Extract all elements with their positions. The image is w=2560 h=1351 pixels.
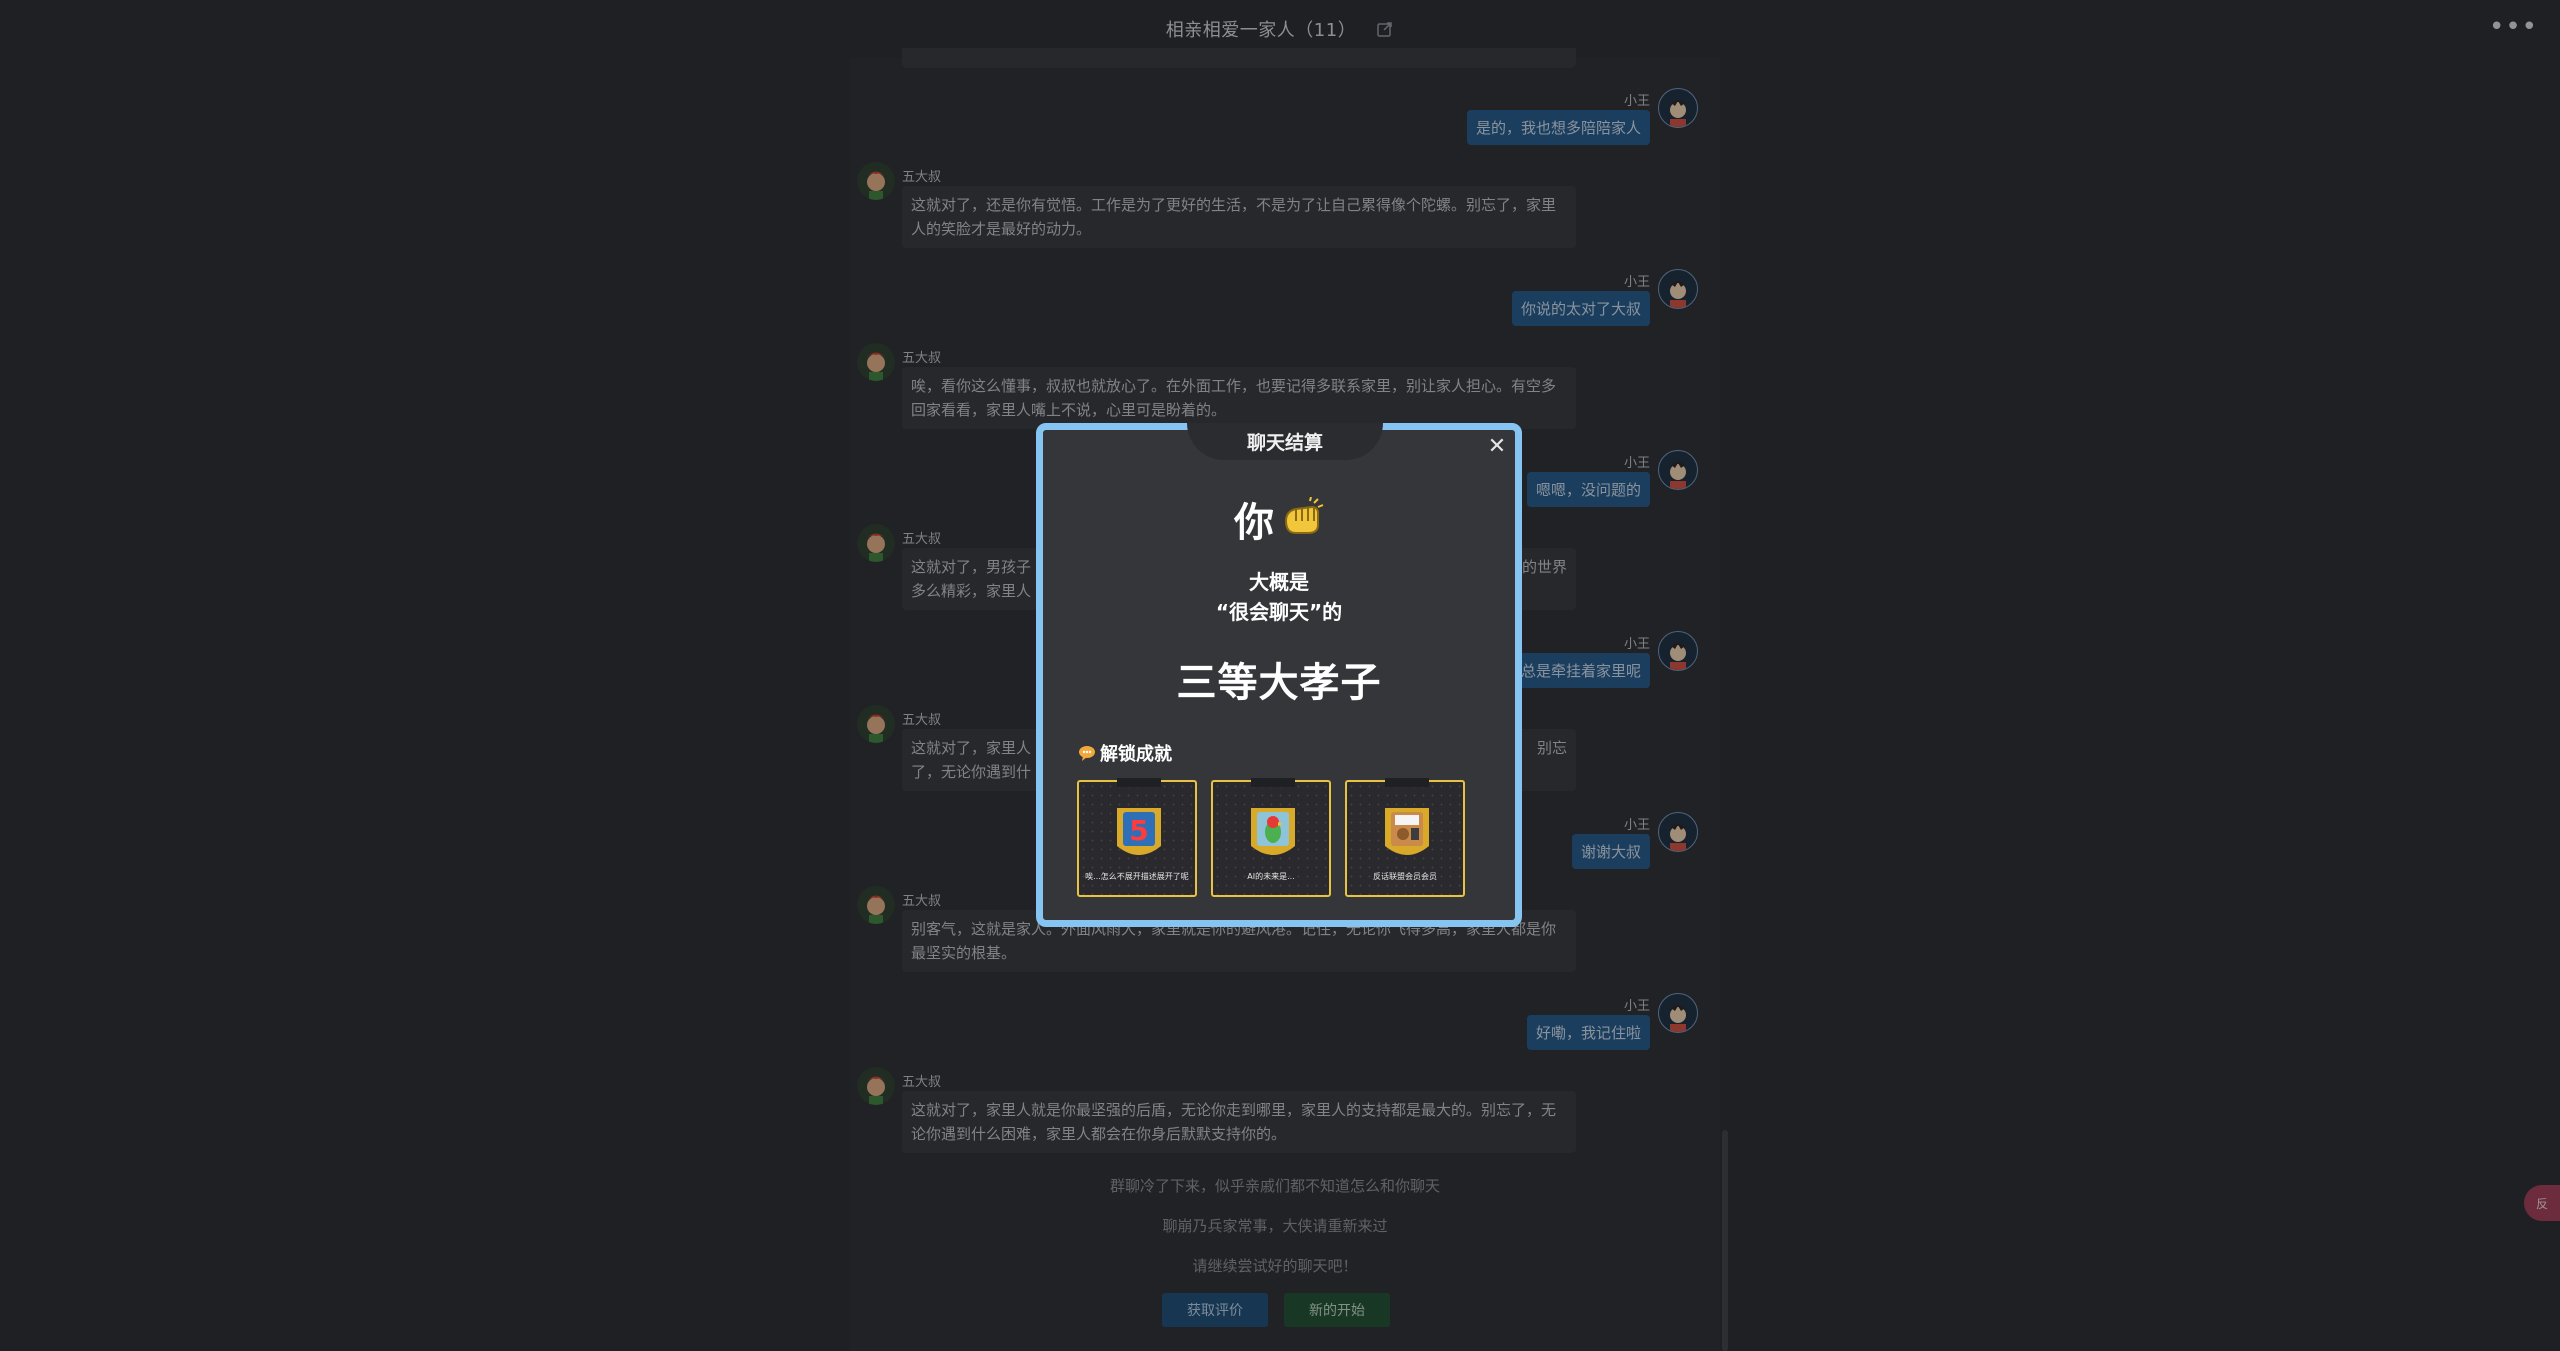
achievement-badge[interactable]: AI的未来是... (1211, 778, 1331, 897)
certificate-icon (1379, 802, 1435, 866)
modal-you-row: 你 (1043, 490, 1515, 548)
app-page: 相亲相爱一家人（11） ••• 小王 是的，我也想多陪陪家人 五大叔 这就对了，… (0, 0, 2560, 1351)
badge-name: 反话联盟会员会员 (1373, 872, 1437, 881)
result-prefix: 大概是 (1249, 570, 1309, 594)
result-descriptor: “很会聊天”的 (1215, 600, 1343, 624)
badge-name: 唉...怎么不展开描述展开了呢 (1085, 872, 1189, 881)
fist-icon (1280, 496, 1324, 541)
modal-title: 聊天结算 (1187, 423, 1383, 460)
achievements-title: 解锁成就 (1100, 744, 1172, 765)
svg-text:5: 5 (1129, 814, 1148, 847)
achievement-badge[interactable]: 5 唉...怎么不展开描述展开了呢 (1077, 778, 1197, 897)
achievements-header: 解锁成就 (1078, 740, 1172, 766)
close-icon[interactable]: ✕ (1485, 436, 1509, 460)
badge-ribbon (1385, 778, 1429, 787)
badge-ribbon (1251, 778, 1295, 787)
chat-result-modal: 聊天结算 ✕ 你 大概是 “很会聊天”的 三等大孝子 解锁成就 5 唉...怎么… (1036, 423, 1522, 927)
result-rank: 三等大孝子 (1176, 660, 1382, 706)
chat-bubble-icon (1078, 744, 1096, 762)
number-5-icon: 5 (1111, 802, 1167, 866)
badge-name: AI的未来是... (1247, 872, 1295, 881)
you-label: 你 (1234, 500, 1274, 546)
achievement-badge[interactable]: 反话联盟会员会员 (1345, 778, 1465, 897)
parrot-icon (1245, 802, 1301, 866)
badge-ribbon (1117, 778, 1161, 787)
